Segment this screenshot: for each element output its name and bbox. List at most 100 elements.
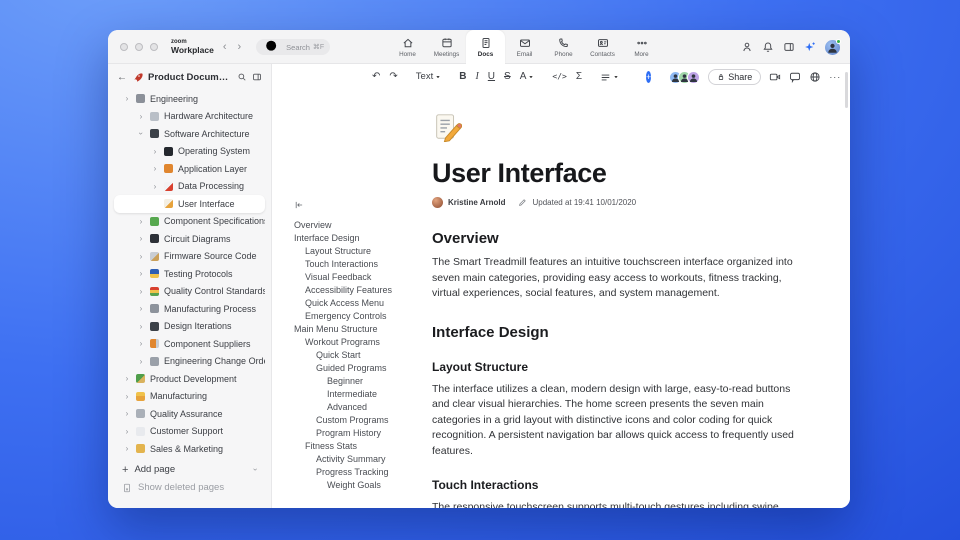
outline-item[interactable]: Workout Programs — [294, 336, 432, 349]
tab-docs[interactable]: Docs — [466, 30, 505, 64]
tree-chevron-icon[interactable]: › — [137, 217, 145, 226]
align-list-dropdown[interactable] — [600, 72, 619, 83]
page-tree-item[interactable]: › Testing Protocols — [114, 265, 265, 283]
page-tree-item[interactable]: › Firmware Source Code — [114, 248, 265, 266]
page-tree-item[interactable]: › Product Development — [114, 370, 265, 388]
outline-item[interactable]: Intermediate — [294, 388, 432, 401]
text-style-dropdown[interactable]: Text — [416, 72, 441, 82]
globe-icon[interactable] — [809, 71, 821, 83]
tree-chevron-icon[interactable]: › — [137, 252, 145, 261]
redo-button[interactable]: ↷ — [389, 72, 397, 82]
collaborator-avatar[interactable] — [687, 70, 701, 84]
tab-meetings[interactable]: Meetings — [427, 30, 466, 64]
outline-item[interactable]: Progress Tracking — [294, 466, 432, 479]
nav-forward-button[interactable]: › — [236, 41, 244, 53]
code-button[interactable]: </> — [552, 73, 566, 81]
tree-chevron-icon[interactable]: › — [137, 269, 145, 278]
maximize-window-button[interactable] — [150, 43, 158, 51]
minimize-window-button[interactable] — [135, 43, 143, 51]
outline-item[interactable]: Accessibility Features — [294, 284, 432, 297]
undo-button[interactable]: ↶ — [372, 72, 380, 82]
page-tree-item[interactable]: › Component Suppliers — [114, 335, 265, 353]
outline-item[interactable]: Layout Structure — [294, 245, 432, 258]
add-page-button[interactable]: + Add page › — [108, 461, 271, 479]
page-tree-item[interactable]: › Quality Control Standards — [114, 283, 265, 301]
collaborator-avatars[interactable] — [669, 70, 701, 84]
page-tree-item[interactable]: › Component Specifications — [114, 213, 265, 231]
tree-chevron-icon[interactable]: › — [123, 392, 131, 401]
outline-item[interactable]: Program History — [294, 427, 432, 440]
strikethrough-button[interactable]: S — [504, 72, 511, 82]
ai-companion-sparkle-icon[interactable] — [804, 41, 816, 53]
outline-collapse-button[interactable] — [294, 200, 432, 212]
tab-contacts[interactable]: Contacts — [583, 30, 622, 64]
notifications-bell-icon[interactable] — [762, 41, 774, 53]
tree-chevron-icon[interactable]: › — [137, 322, 145, 331]
outline-item[interactable]: Overview — [294, 219, 432, 232]
insert-plus-button[interactable]: + — [646, 71, 652, 83]
outline-item[interactable]: Guided Programs — [294, 362, 432, 375]
page-tree-item[interactable]: › Manufacturing — [114, 388, 265, 406]
page-tree-item[interactable]: › Customer Support — [114, 423, 265, 441]
page-tree-item[interactable]: › Operating System — [114, 143, 265, 161]
page-tree-item[interactable]: › Engineering Change Orders — [114, 353, 265, 371]
page-tree-item[interactable]: › Software Architecture — [114, 125, 265, 143]
more-ellipsis-icon[interactable]: ··· — [829, 72, 841, 82]
outline-item[interactable]: Visual Feedback — [294, 271, 432, 284]
outline-item[interactable]: Weight Goals — [294, 479, 432, 492]
doc-title[interactable]: User Interface — [432, 158, 807, 189]
text-color-dropdown[interactable]: A — [520, 72, 535, 82]
outline-item[interactable]: Main Menu Structure — [294, 323, 432, 336]
tree-chevron-icon[interactable]: › — [123, 374, 131, 383]
page-tree-item[interactable]: › User Interface — [114, 195, 265, 213]
tree-chevron-icon[interactable]: › — [137, 287, 145, 296]
tree-chevron-icon[interactable]: › — [123, 409, 131, 418]
italic-button[interactable]: I — [475, 72, 478, 82]
tab-more[interactable]: More — [622, 30, 661, 64]
video-camera-icon[interactable] — [769, 71, 781, 83]
add-page-chevron-icon[interactable]: › — [251, 468, 260, 471]
tree-chevron-icon[interactable]: › — [137, 304, 145, 313]
outline-item[interactable]: Beginner — [294, 375, 432, 388]
page-tree-item[interactable]: › Quality Assurance — [114, 405, 265, 423]
chat-bubble-icon[interactable] — [789, 71, 801, 83]
outline-item[interactable]: Advanced — [294, 401, 432, 414]
outline-item[interactable]: Quick Access Menu — [294, 297, 432, 310]
profile-icon[interactable] — [741, 41, 753, 53]
tab-email[interactable]: Email — [505, 30, 544, 64]
sidebar-back-button[interactable]: ← — [117, 72, 127, 83]
memo-doc-icon[interactable] — [432, 112, 462, 142]
close-window-button[interactable] — [120, 43, 128, 51]
page-tree-item[interactable]: › Manufacturing Process — [114, 300, 265, 318]
scrollbar-thumb[interactable] — [845, 72, 848, 108]
outline-item[interactable]: Emergency Controls — [294, 310, 432, 323]
show-deleted-pages-button[interactable]: Show deleted pages — [108, 479, 271, 497]
global-search-input[interactable]: Search ⌘F — [256, 39, 331, 55]
tree-chevron-icon[interactable]: › — [137, 234, 145, 243]
outline-item[interactable]: Quick Start — [294, 349, 432, 362]
outline-item[interactable]: Interface Design — [294, 232, 432, 245]
outline-item[interactable]: Touch Interactions — [294, 258, 432, 271]
tree-chevron-icon[interactable]: › — [137, 357, 145, 366]
tree-chevron-icon[interactable]: › — [137, 339, 145, 348]
tree-chevron-icon[interactable]: › — [137, 112, 145, 121]
page-tree-item[interactable]: › Data Processing — [114, 178, 265, 196]
outline-item[interactable]: Fitness Stats — [294, 440, 432, 453]
tab-phone[interactable]: Phone — [544, 30, 583, 64]
user-avatar[interactable] — [825, 38, 841, 55]
side-panel-icon[interactable] — [783, 41, 795, 53]
tree-chevron-icon[interactable]: › — [151, 164, 159, 173]
sidebar-collapse-icon[interactable] — [252, 72, 262, 82]
tab-home[interactable]: Home — [388, 30, 427, 64]
page-tree-item[interactable]: › Hardware Architecture — [114, 108, 265, 126]
outline-item[interactable]: Custom Programs — [294, 414, 432, 427]
tree-chevron-icon[interactable]: › — [123, 444, 131, 453]
tree-chevron-icon[interactable]: › — [151, 147, 159, 156]
outline-item[interactable]: Activity Summary — [294, 453, 432, 466]
tree-chevron-icon[interactable]: › — [151, 182, 159, 191]
workspace-title[interactable]: Product Documenta... — [148, 72, 232, 83]
tree-chevron-icon[interactable]: › — [137, 130, 146, 138]
bold-button[interactable]: B — [459, 72, 466, 82]
share-button[interactable]: Share — [708, 69, 762, 85]
tree-chevron-icon[interactable]: › — [123, 427, 131, 436]
